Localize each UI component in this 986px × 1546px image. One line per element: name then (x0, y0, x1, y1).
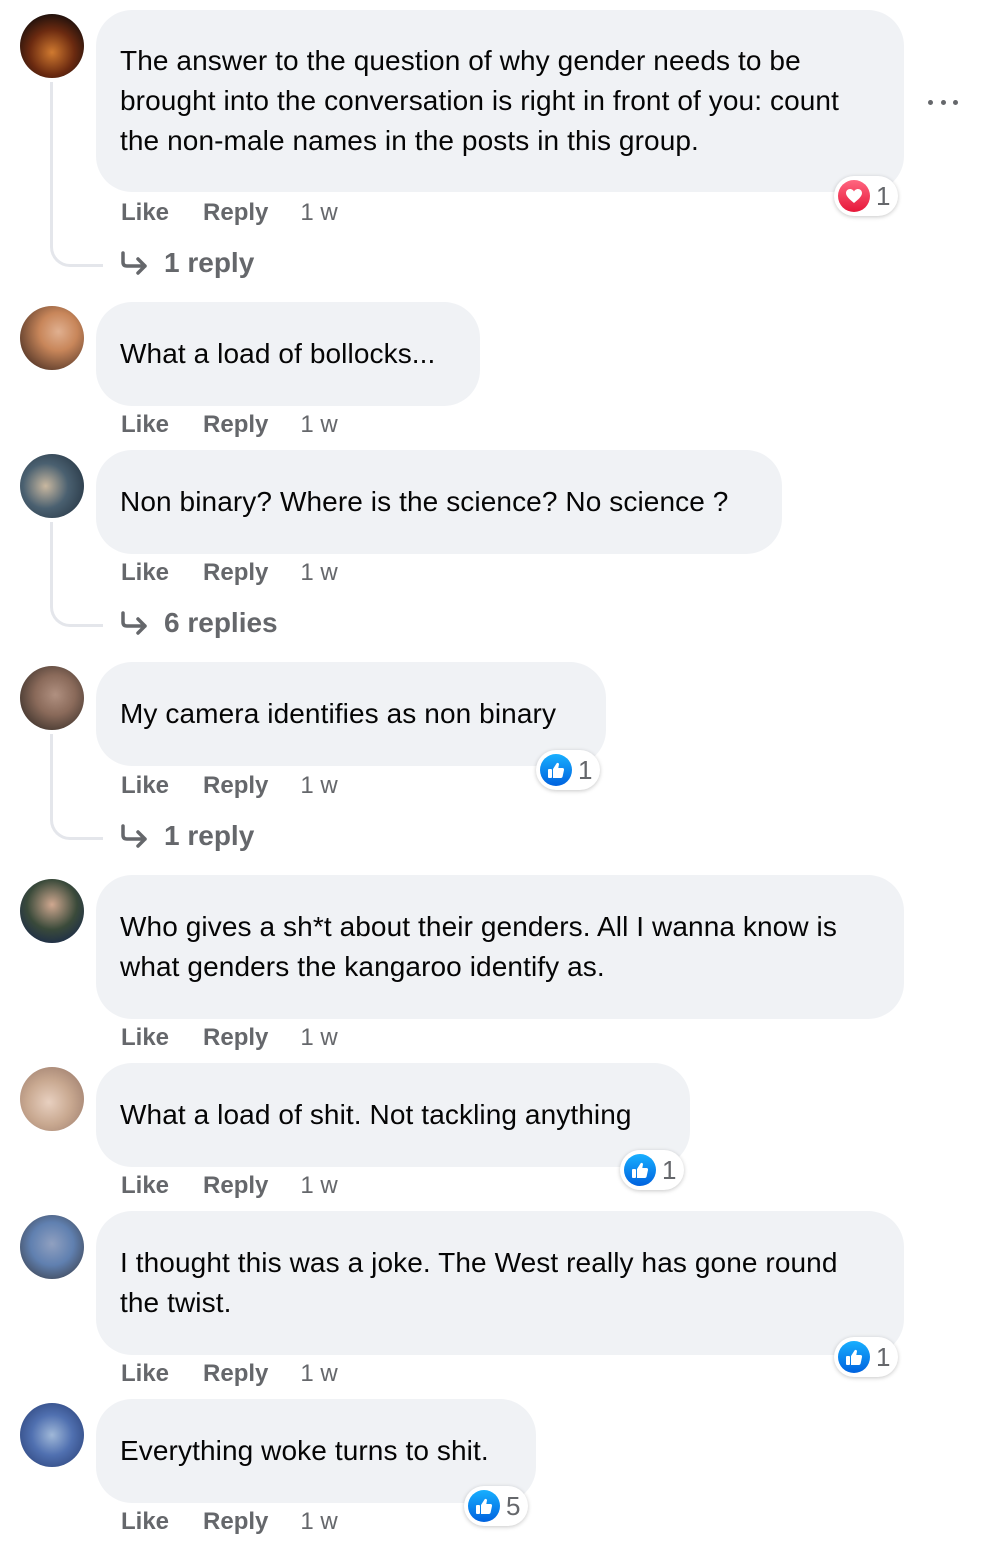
timestamp[interactable]: 1 w (300, 411, 337, 439)
view-replies-link[interactable]: 6 replies (120, 603, 278, 643)
avatar[interactable] (20, 14, 84, 78)
reply-link[interactable]: Reply (203, 199, 268, 227)
comment-bubble: My camera identifies as non binary (96, 662, 606, 766)
comment-actions: Like Reply 1 w (121, 558, 338, 588)
thread-line (50, 522, 103, 627)
comment-bubble: What a load of shit. Not tackling anythi… (96, 1063, 690, 1167)
reply-link[interactable]: Reply (203, 1360, 268, 1388)
reply-link[interactable]: Reply (203, 1172, 268, 1200)
reaction-badge[interactable]: 1 (834, 1337, 899, 1377)
avatar[interactable] (20, 454, 84, 518)
thread-line (50, 82, 103, 267)
like-link[interactable]: Like (121, 411, 169, 439)
comment-actions: Like Reply 1 w (121, 410, 338, 440)
reaction-count: 1 (876, 1341, 891, 1372)
like-link[interactable]: Like (121, 199, 169, 227)
like-link[interactable]: Like (121, 1024, 169, 1052)
avatar[interactable] (20, 1403, 84, 1467)
reply-link[interactable]: Reply (203, 1024, 268, 1052)
reaction-badge[interactable]: 1 (536, 750, 601, 790)
timestamp[interactable]: 1 w (300, 199, 337, 227)
reaction-count: 1 (578, 754, 593, 785)
avatar[interactable] (20, 879, 84, 943)
comment-text: Everything woke turns to shit. (120, 1435, 489, 1466)
like-reaction-icon (540, 754, 572, 786)
replies-count-label: 1 reply (164, 820, 255, 851)
comment-bubble: The answer to the question of why gender… (96, 10, 904, 192)
comment-text: Who gives a sh*t about their genders. Al… (120, 911, 837, 982)
avatar[interactable] (20, 666, 84, 730)
avatar[interactable] (20, 1067, 84, 1131)
comment-text: What a load of shit. Not tackling anythi… (120, 1099, 632, 1130)
avatar[interactable] (20, 1215, 84, 1279)
like-link[interactable]: Like (121, 1508, 169, 1536)
reply-link[interactable]: Reply (203, 772, 268, 800)
comment-actions: Like Reply 1 w (121, 1359, 338, 1389)
like-link[interactable]: Like (121, 772, 169, 800)
comment-bubble: Non binary? Where is the science? No sci… (96, 450, 782, 554)
reply-arrow-icon (121, 251, 147, 275)
reply-link[interactable]: Reply (203, 559, 268, 587)
like-reaction-icon (468, 1490, 500, 1522)
comment-bubble: Who gives a sh*t about their genders. Al… (96, 875, 904, 1019)
reply-link[interactable]: Reply (203, 411, 268, 439)
comment-bubble: What a load of bollocks... (96, 302, 480, 406)
reaction-badge[interactable]: 1 (834, 176, 899, 216)
comment-actions: Like Reply 1 w (121, 1171, 338, 1201)
like-link[interactable]: Like (121, 559, 169, 587)
thread-line (50, 734, 103, 840)
like-reaction-icon (838, 1341, 870, 1373)
comment-bubble: I thought this was a joke. The West real… (96, 1211, 904, 1355)
more-options-icon[interactable] (928, 92, 958, 112)
comment-actions: Like Reply 1 w (121, 1023, 338, 1053)
comment-actions: Like Reply 1 w (121, 771, 338, 801)
reply-arrow-icon (121, 611, 147, 635)
reply-arrow-icon (121, 824, 147, 848)
timestamp[interactable]: 1 w (300, 1024, 337, 1052)
like-reaction-icon (624, 1154, 656, 1186)
reaction-count: 1 (662, 1154, 677, 1185)
avatar[interactable] (20, 306, 84, 370)
view-replies-link[interactable]: 1 reply (120, 243, 254, 283)
replies-count-label: 6 replies (164, 607, 278, 638)
view-replies-link[interactable]: 1 reply (120, 816, 254, 856)
replies-count-label: 1 reply (164, 247, 255, 278)
comment-actions: Like Reply 1 w (121, 1507, 338, 1537)
timestamp[interactable]: 1 w (300, 772, 337, 800)
love-reaction-icon (838, 180, 870, 212)
timestamp[interactable]: 1 w (300, 1172, 337, 1200)
reaction-badge[interactable]: 1 (620, 1150, 685, 1190)
timestamp[interactable]: 1 w (300, 559, 337, 587)
comment-text: Non binary? Where is the science? No sci… (120, 486, 729, 517)
timestamp[interactable]: 1 w (300, 1360, 337, 1388)
comment-text: The answer to the question of why gender… (120, 45, 839, 156)
comment-text: My camera identifies as non binary (120, 698, 557, 729)
comment-text: I thought this was a joke. The West real… (120, 1247, 838, 1318)
like-link[interactable]: Like (121, 1172, 169, 1200)
like-link[interactable]: Like (121, 1360, 169, 1388)
reply-link[interactable]: Reply (203, 1508, 268, 1536)
comment-actions: Like Reply 1 w (121, 198, 338, 228)
reaction-count: 5 (506, 1490, 521, 1521)
timestamp[interactable]: 1 w (300, 1508, 337, 1536)
comment-text: What a load of bollocks... (120, 338, 436, 369)
comment-bubble: Everything woke turns to shit. (96, 1399, 536, 1503)
reaction-badge[interactable]: 5 (464, 1486, 529, 1526)
reaction-count: 1 (876, 180, 891, 211)
